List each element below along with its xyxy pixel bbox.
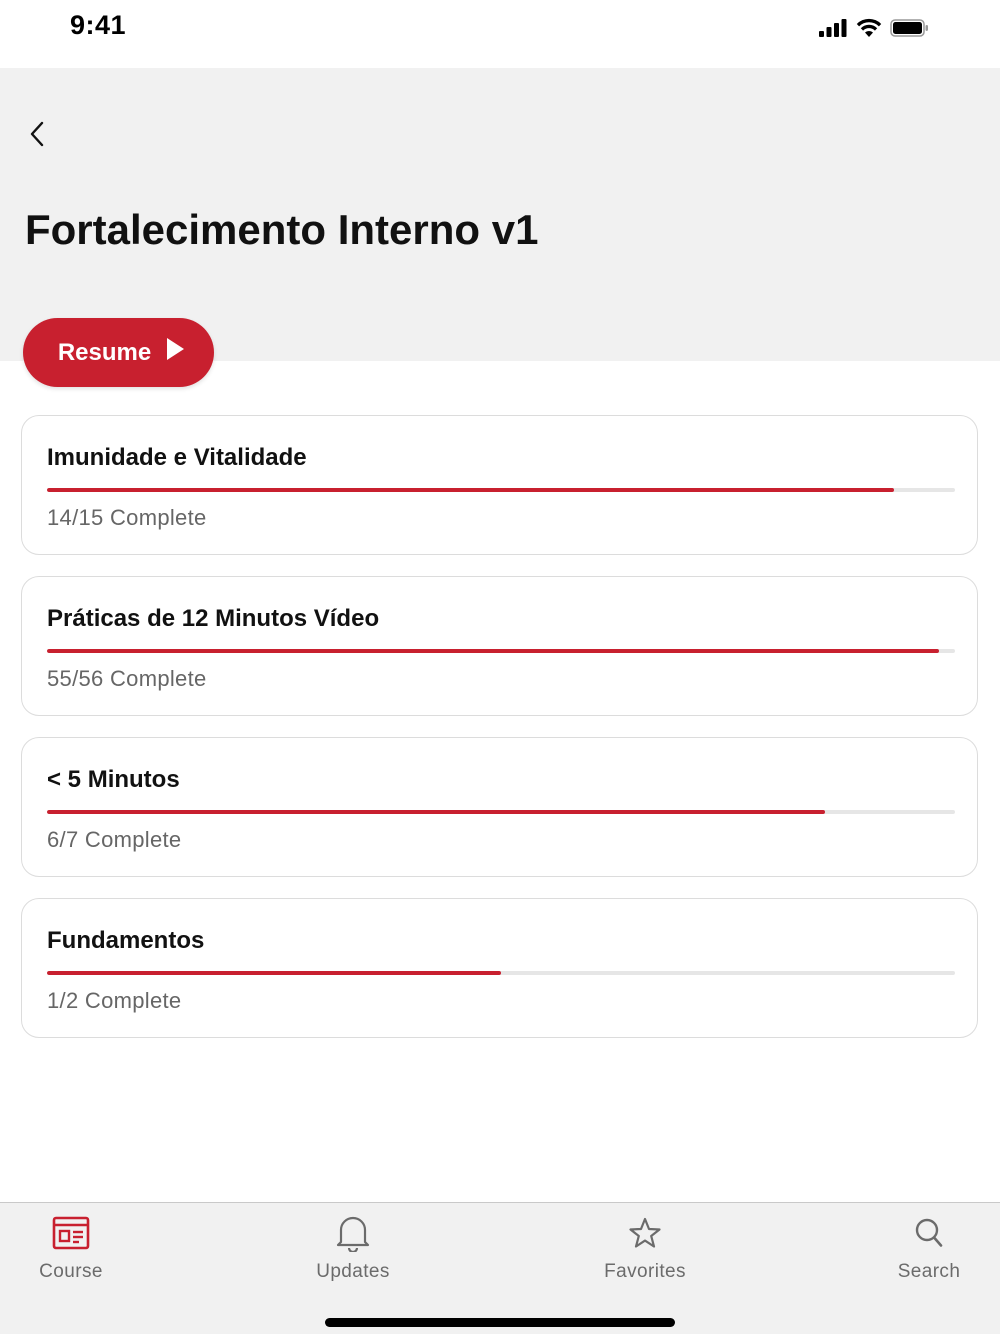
- chevron-left-icon: [28, 120, 48, 153]
- module-status: 14/15 Complete: [47, 505, 207, 530]
- module-card[interactable]: < 5 Minutos 6/7 Complete: [21, 737, 978, 877]
- tab-label: Course: [39, 1261, 103, 1282]
- page-title: Fortalecimento Interno v1: [25, 206, 539, 253]
- module-progress-bar: [47, 971, 955, 975]
- module-progress-bar: [47, 488, 955, 492]
- tab-label: Updates: [316, 1261, 390, 1282]
- star-icon: [628, 1213, 662, 1253]
- tab-bar: Course Updates Favorites Search: [0, 1202, 1000, 1334]
- module-progress-fill: [47, 649, 939, 653]
- module-progress-fill: [47, 971, 501, 975]
- wifi-icon: [856, 18, 882, 43]
- module-card[interactable]: Práticas de 12 Minutos Vídeo 55/56 Compl…: [21, 576, 978, 716]
- home-indicator: [325, 1318, 675, 1327]
- module-progress-fill: [47, 488, 895, 492]
- module-status: 6/7 Complete: [47, 827, 182, 852]
- tab-updates[interactable]: Updates: [283, 1213, 423, 1293]
- module-card[interactable]: Fundamentos 1/2 Complete: [21, 898, 978, 1038]
- tab-label: Search: [897, 1261, 961, 1282]
- back-button[interactable]: [18, 116, 58, 156]
- status-time: 9:41: [70, 10, 127, 40]
- module-title: Práticas de 12 Minutos Vídeo: [47, 605, 380, 632]
- app-screen: 9:41 Fortalecimento Interno v1 Resume Im…: [0, 0, 1000, 1334]
- module-title: < 5 Minutos: [47, 766, 180, 793]
- battery-icon: [890, 18, 930, 43]
- module-progress-bar: [47, 649, 955, 653]
- search-icon: [914, 1213, 944, 1253]
- status-icons: [818, 18, 930, 43]
- bell-icon: [335, 1213, 371, 1253]
- module-list: Imunidade e Vitalidade 14/15 Complete Pr…: [21, 415, 978, 1059]
- module-status: 55/56 Complete: [47, 666, 207, 691]
- module-card[interactable]: Imunidade e Vitalidade 14/15 Complete: [21, 415, 978, 555]
- tab-label: Favorites: [604, 1261, 686, 1282]
- module-title: Imunidade e Vitalidade: [47, 444, 307, 471]
- cellular-signal-icon: [818, 18, 848, 43]
- status-bar: 9:41: [0, 0, 1000, 68]
- tab-course[interactable]: Course: [1, 1213, 141, 1293]
- module-title: Fundamentos: [47, 927, 205, 954]
- module-status: 1/2 Complete: [47, 988, 182, 1013]
- play-icon: [165, 337, 185, 368]
- tab-search[interactable]: Search: [859, 1213, 999, 1293]
- course-icon: [52, 1213, 90, 1253]
- resume-button[interactable]: Resume: [23, 318, 214, 387]
- module-progress-bar: [47, 810, 955, 814]
- resume-label: Resume: [57, 338, 152, 366]
- tab-favorites[interactable]: Favorites: [575, 1213, 715, 1293]
- module-progress-fill: [47, 810, 826, 814]
